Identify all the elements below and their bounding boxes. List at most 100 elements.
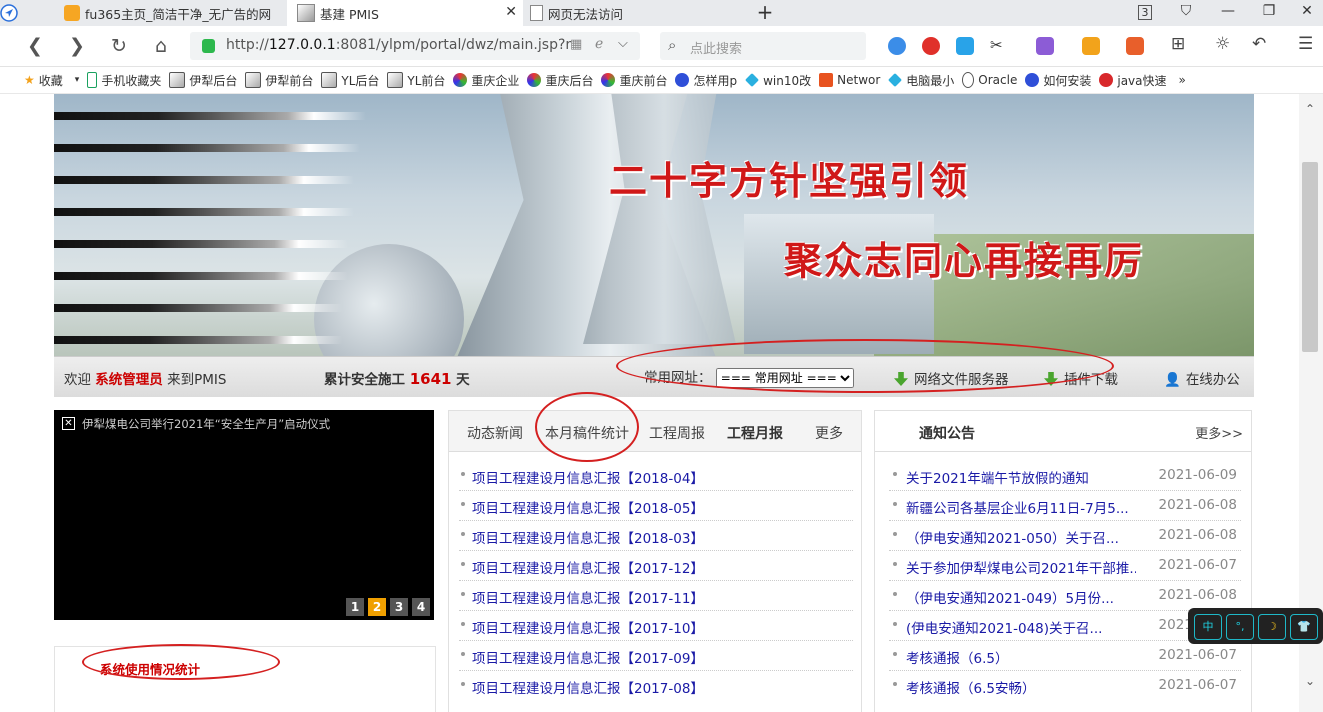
notice-link[interactable]: (伊电安通知2021-048)关于召... [906, 617, 1102, 637]
scroll-up-icon[interactable]: ⌃ [1305, 102, 1315, 116]
home-icon[interactable]: ⌂ [150, 35, 172, 57]
forward-icon[interactable]: ❯ [66, 35, 88, 57]
news-item[interactable]: 项目工程建设月信息汇报【2017-09】 [459, 641, 853, 671]
maximize-icon[interactable]: ❐ [1259, 3, 1279, 19]
notice-more-link[interactable]: 更多>> [1195, 423, 1243, 442]
skin-icon[interactable]: ⛉ [1176, 3, 1196, 19]
translate-icon[interactable] [1036, 37, 1054, 55]
undo-icon[interactable]: ↶ [1252, 34, 1266, 54]
notice-item[interactable]: 考核通报（6.5） 2021-06-07 [889, 641, 1241, 671]
reload-icon[interactable]: ↻ [108, 35, 130, 57]
bookmark-item[interactable]: 电脑最小 [888, 72, 954, 89]
tab-pmis[interactable]: 基建 PMIS ✕ [287, 0, 523, 26]
notice-link[interactable]: （伊电安通知2021-050）关于召... [906, 527, 1119, 547]
minimize-icon[interactable]: — [1218, 3, 1238, 19]
ie-mode-icon[interactable]: ℯ [595, 36, 603, 52]
browser-logo-icon[interactable] [0, 0, 18, 26]
news-slideshow[interactable]: ✕ 伊犁煤电公司举行2021年“安全生产月”启动仪式 1 2 3 4 [54, 410, 434, 620]
slide-page-button[interactable]: 4 [412, 598, 430, 616]
slide-page-button[interactable]: 1 [346, 598, 364, 616]
new-tab-button[interactable]: + [755, 0, 775, 24]
scroll-down-icon[interactable]: ⌄ [1305, 674, 1315, 688]
bookmark-item[interactable]: 重庆前台 [601, 72, 667, 89]
news-link[interactable]: 项目工程建设月信息汇报【2017-11】 [472, 587, 704, 607]
tab-weekly-report[interactable]: 工程周报 [649, 423, 705, 443]
news-link[interactable]: 项目工程建设月信息汇报【2018-05】 [472, 497, 704, 517]
ime-moon-button[interactable]: ☽ [1258, 614, 1286, 640]
notice-item[interactable]: （伊电安通知2021-049）5月份... 2021-06-08 [889, 581, 1241, 611]
online-office-link[interactable]: 👤 在线办公 [1164, 368, 1240, 388]
notice-link[interactable]: 考核通报（6.5安畅） [906, 677, 1035, 697]
bookmark-favorites[interactable]: ★ 收藏 ▾ [24, 72, 79, 89]
slide-page-button[interactable]: 3 [390, 598, 408, 616]
ext-triangle-icon[interactable] [956, 37, 974, 55]
menu-icon[interactable]: ☰ [1298, 34, 1313, 54]
back-icon[interactable]: ❮ [24, 35, 46, 57]
notice-item[interactable]: 关于2021年端午节放假的通知 2021-06-09 [889, 461, 1241, 491]
news-item[interactable]: 项目工程建设月信息汇报【2017-08】 [459, 671, 853, 700]
news-item[interactable]: 项目工程建设月信息汇报【2018-04】 [459, 461, 853, 491]
game-icon[interactable] [1126, 37, 1144, 55]
shield-ext-icon[interactable] [1082, 37, 1100, 55]
window-close-icon[interactable]: ✕ [1297, 3, 1317, 19]
news-item[interactable]: 项目工程建设月信息汇报【2017-10】 [459, 611, 853, 641]
tab-fu365[interactable]: fu365主页_简洁干净_无广告的网 [56, 0, 286, 26]
tab-monthly-report[interactable]: 工程月报 [727, 423, 783, 443]
tab-count-badge[interactable]: 3 [1138, 5, 1152, 20]
url-text[interactable]: http://127.0.0.1:8081/ylpm/portal/dwz/ma… [226, 37, 571, 53]
ime-punctuation-button[interactable]: °, [1226, 614, 1254, 640]
apps-grid-icon[interactable]: ⊞ [1171, 34, 1185, 54]
bookmark-item[interactable]: 重庆后台 [527, 72, 593, 89]
notice-link[interactable]: 考核通报（6.5） [906, 647, 1008, 667]
bookmark-item[interactable]: YL后台 [321, 72, 379, 89]
qr-code-icon[interactable]: ▦ [570, 37, 582, 52]
news-item[interactable]: 项目工程建设月信息汇报【2018-05】 [459, 491, 853, 521]
ext-circle-icon[interactable] [888, 37, 906, 55]
news-link[interactable]: 项目工程建设月信息汇报【2018-03】 [472, 527, 704, 547]
news-item[interactable]: 项目工程建设月信息汇报【2018-03】 [459, 521, 853, 551]
news-item[interactable]: 项目工程建设月信息汇报【2017-11】 [459, 581, 853, 611]
tab-unreachable[interactable]: 网页无法访问 [520, 0, 756, 26]
search-box[interactable]: ⌕ 点此搜索 [660, 32, 866, 60]
notice-item[interactable]: 关于参加伊犁煤电公司2021年干部推... 2021-06-07 [889, 551, 1241, 581]
ime-toolbar[interactable]: 中 °, ☽ 👕 [1188, 608, 1323, 644]
bookmark-item[interactable]: 重庆企业 [453, 72, 519, 89]
more-bookmarks-icon[interactable]: » [1179, 73, 1186, 87]
notice-link[interactable]: 关于参加伊犁煤电公司2021年干部推... [906, 557, 1136, 577]
ime-chinese-button[interactable]: 中 [1194, 614, 1222, 640]
address-bar[interactable]: http://127.0.0.1:8081/ylpm/portal/dwz/ma… [190, 32, 640, 60]
close-icon[interactable]: ✕ [62, 417, 75, 430]
bookmark-item[interactable]: 手机收藏夹 [87, 72, 161, 89]
scrollbar-thumb[interactable] [1302, 162, 1318, 352]
bookmark-item[interactable]: 如何安装 [1025, 72, 1091, 89]
news-link[interactable]: 项目工程建设月信息汇报【2017-10】 [472, 617, 704, 637]
tab-more[interactable]: 更多 [815, 423, 843, 443]
notice-link[interactable]: 新疆公司各基层企业6月11日-7月5... [906, 497, 1129, 517]
bookmark-item[interactable]: 伊犁后台 [169, 72, 237, 89]
tab-dynamic-news[interactable]: 动态新闻 [467, 423, 523, 443]
bookmark-item[interactable]: Networ [819, 73, 880, 87]
news-link[interactable]: 项目工程建设月信息汇报【2017-09】 [472, 647, 704, 667]
bookmark-item[interactable]: java快速 [1099, 72, 1167, 89]
chevron-down-icon[interactable]: ⌵ [618, 36, 628, 51]
notice-link[interactable]: （伊电安通知2021-049）5月份... [906, 587, 1114, 607]
notice-item[interactable]: 考核通报（6.5安畅） 2021-06-07 [889, 671, 1241, 700]
notice-item[interactable]: （伊电安通知2021-050）关于召... 2021-06-08 [889, 521, 1241, 551]
bookmark-item[interactable]: 伊犁前台 [245, 72, 313, 89]
news-link[interactable]: 项目工程建设月信息汇报【2017-12】 [472, 557, 704, 577]
slide-page-button[interactable]: 2 [368, 598, 386, 616]
news-item[interactable]: 项目工程建设月信息汇报【2017-12】 [459, 551, 853, 581]
news-link[interactable]: 项目工程建设月信息汇报【2018-04】 [472, 467, 704, 487]
scissors-icon[interactable]: ✂ [990, 36, 1003, 54]
news-link[interactable]: 项目工程建设月信息汇报【2017-08】 [472, 677, 704, 697]
bookmark-item[interactable]: win10改 [745, 72, 811, 89]
tab-close-icon[interactable]: ✕ [505, 4, 517, 20]
brightness-icon[interactable]: ☼ [1215, 34, 1230, 54]
bookmark-item[interactable]: 怎样用p [675, 72, 737, 89]
slideshow-title[interactable]: 伊犁煤电公司举行2021年“安全生产月”启动仪式 [82, 416, 330, 432]
bookmark-item[interactable]: YL前台 [387, 72, 445, 89]
notice-link[interactable]: 关于2021年端午节放假的通知 [906, 467, 1089, 487]
bookmark-item[interactable]: Oracle [962, 72, 1017, 88]
notice-item[interactable]: 新疆公司各基层企业6月11日-7月5... 2021-06-08 [889, 491, 1241, 521]
adblock-icon[interactable] [922, 37, 940, 55]
